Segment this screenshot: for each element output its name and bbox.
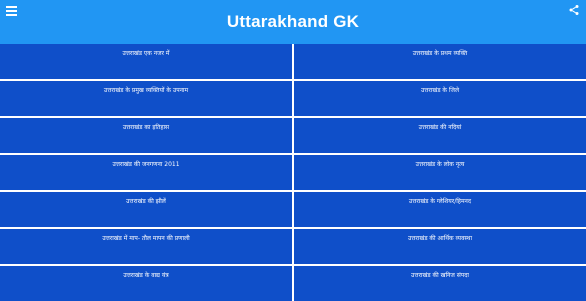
app-screen: Uttarakhand GK उत्तराखंड एक नजर में उत्त…: [0, 0, 586, 301]
topic-item[interactable]: उत्तराखंड के ग्लेशियर/हिमनद: [294, 192, 586, 227]
topic-item[interactable]: उत्तराखंड में माप- तौल मापन की प्रणाली: [0, 229, 292, 264]
topic-item[interactable]: उत्तराखंड एक नजर में: [0, 44, 292, 79]
topic-item[interactable]: उत्तराखंड के प्रथम व्यक्ति: [294, 44, 586, 79]
share-icon[interactable]: [566, 2, 582, 18]
topic-item[interactable]: उत्तराखंड के लोक नृत्य: [294, 155, 586, 190]
topic-item[interactable]: उत्तराखंड की खनिज संपदा: [294, 266, 586, 301]
topic-item[interactable]: उत्तराखंड की आर्थिक व्यवस्था: [294, 229, 586, 264]
topic-item[interactable]: उत्तराखंड का इतिहास: [0, 118, 292, 153]
topic-item[interactable]: उत्तराखंड के प्रमुख व्यक्तियों के उपनाम: [0, 81, 292, 116]
topics-grid: उत्तराखंड एक नजर में उत्तराखंड के प्रथम …: [0, 44, 586, 301]
app-bar: Uttarakhand GK: [0, 0, 586, 44]
topic-item[interactable]: उत्तराखंड की जनगणना 2011: [0, 155, 292, 190]
topic-item[interactable]: उत्तराखंड के जिले: [294, 81, 586, 116]
topic-item[interactable]: उत्तराखंड की नदियां: [294, 118, 586, 153]
app-title: Uttarakhand GK: [226, 12, 360, 31]
topic-item[interactable]: उत्तराखंड की झीलें: [0, 192, 292, 227]
topic-item[interactable]: उत्तराखंड के वाद्य यंत्र: [0, 266, 292, 301]
